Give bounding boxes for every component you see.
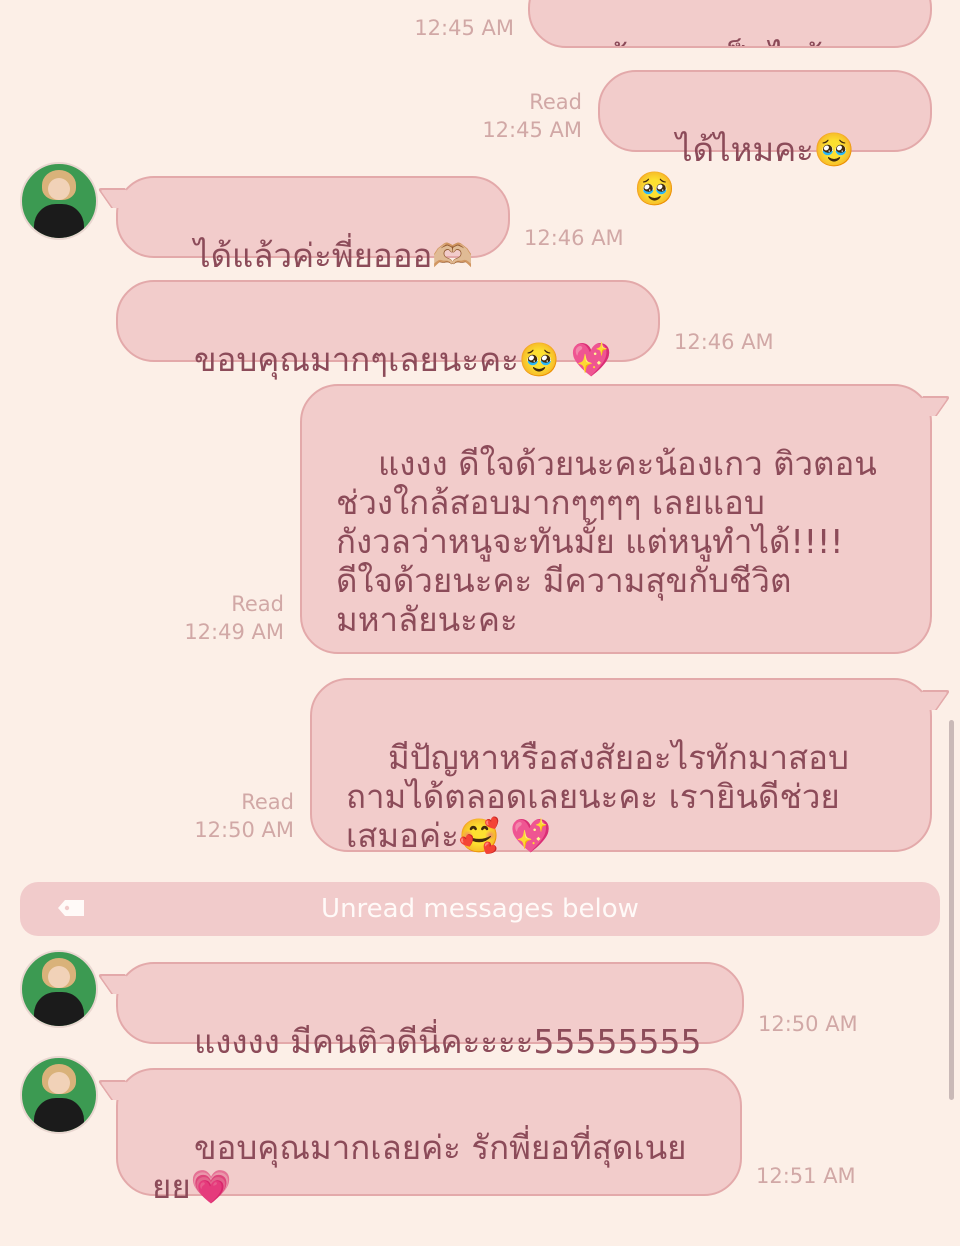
message-text: แงงงง มีคนติวดีนี่คะะะะ55555555 [193, 1021, 702, 1061]
read-receipt: Read [231, 592, 284, 616]
message-meta: 12:46 AM [524, 224, 664, 252]
message-bubble-incoming[interactable]: ขอบคุณมากๆเลยนะคะ🥹 💖 [116, 280, 660, 379]
timestamp: 12:46 AM [524, 226, 624, 250]
message-bubble-outgoing[interactable]: แงงง ดีใจด้วยนะคะน้องเกว ติวตอน ช่วงใกล้… [300, 384, 932, 654]
message-text: น้องเกาเป็นไงบ้างลูก [564, 38, 857, 46]
message-bubble-outgoing[interactable]: ได้ไหมคะ🥹 🥹 [598, 70, 932, 208]
avatar[interactable] [20, 1056, 98, 1134]
unread-divider-label: Unread messages below [321, 894, 639, 924]
message-text: มีปัญหาหรือสงสัยอะไรทักมาสอบ ถามได้ตลอดเ… [346, 737, 849, 855]
message-bubble-incoming[interactable]: แงงงง มีคนติวดีนี่คะะะะ55555555 [116, 962, 744, 1061]
message-bubble-outgoing[interactable]: น้องเกาเป็นไงบ้างลูก [528, 0, 932, 48]
chat-thread[interactable]: น้องเกาเป็นไงบ้างลูก 12:45 AM ได้ไหมคะ🥹 … [0, 0, 960, 1206]
unread-divider: Unread messages below [20, 882, 940, 936]
tag-icon [58, 900, 84, 916]
scrollbar[interactable] [949, 720, 954, 1100]
read-receipt: Read [241, 790, 294, 814]
message-meta: 12:51 AM [756, 1162, 896, 1190]
timestamp: 12:46 AM [674, 330, 774, 354]
timestamp: 12:49 AM [184, 620, 284, 645]
message-bubble-incoming[interactable]: ขอบคุณมากเลยค่ะ รักพี่ยอที่สุดเนย ยย💗 [116, 1068, 742, 1206]
timestamp: 12:50 AM [758, 1012, 858, 1036]
read-receipt: Read [529, 90, 582, 114]
message-meta: 12:46 AM [674, 328, 814, 356]
timestamp: 12:50 AM [194, 818, 294, 843]
message-text: ขอบคุณมากเลยค่ะ รักพี่ยอที่สุดเนย ยย💗 [152, 1127, 687, 1206]
message-text: ขอบคุณมากๆเลยนะคะ🥹 💖 [193, 339, 612, 379]
message-text: ได้ไหมคะ🥹 🥹 [634, 129, 866, 208]
message-meta: 12:50 AM [758, 1010, 898, 1038]
avatar[interactable] [20, 162, 98, 240]
message-bubble-outgoing[interactable]: มีปัญหาหรือสงสัยอะไรทักมาสอบ ถามได้ตลอดเ… [310, 678, 932, 855]
avatar[interactable] [20, 950, 98, 1028]
timestamp: 12:51 AM [756, 1164, 856, 1188]
message-text: ได้แล้วค่ะพี่ยอออ🫶🏼 [193, 235, 474, 275]
message-meta: Read 12:50 AM [152, 788, 294, 845]
message-meta: Read 12:49 AM [142, 590, 284, 647]
message-bubble-incoming[interactable]: ได้แล้วค่ะพี่ยอออ🫶🏼 [116, 176, 510, 275]
timestamp: 12:45 AM [414, 16, 514, 40]
message-meta: 12:45 AM [372, 14, 514, 42]
message-text: แงงง ดีใจด้วยนะคะน้องเกว ติวตอน ช่วงใกล้… [336, 443, 877, 639]
timestamp: 12:45 AM [482, 118, 582, 143]
message-meta: Read 12:45 AM [440, 88, 582, 145]
